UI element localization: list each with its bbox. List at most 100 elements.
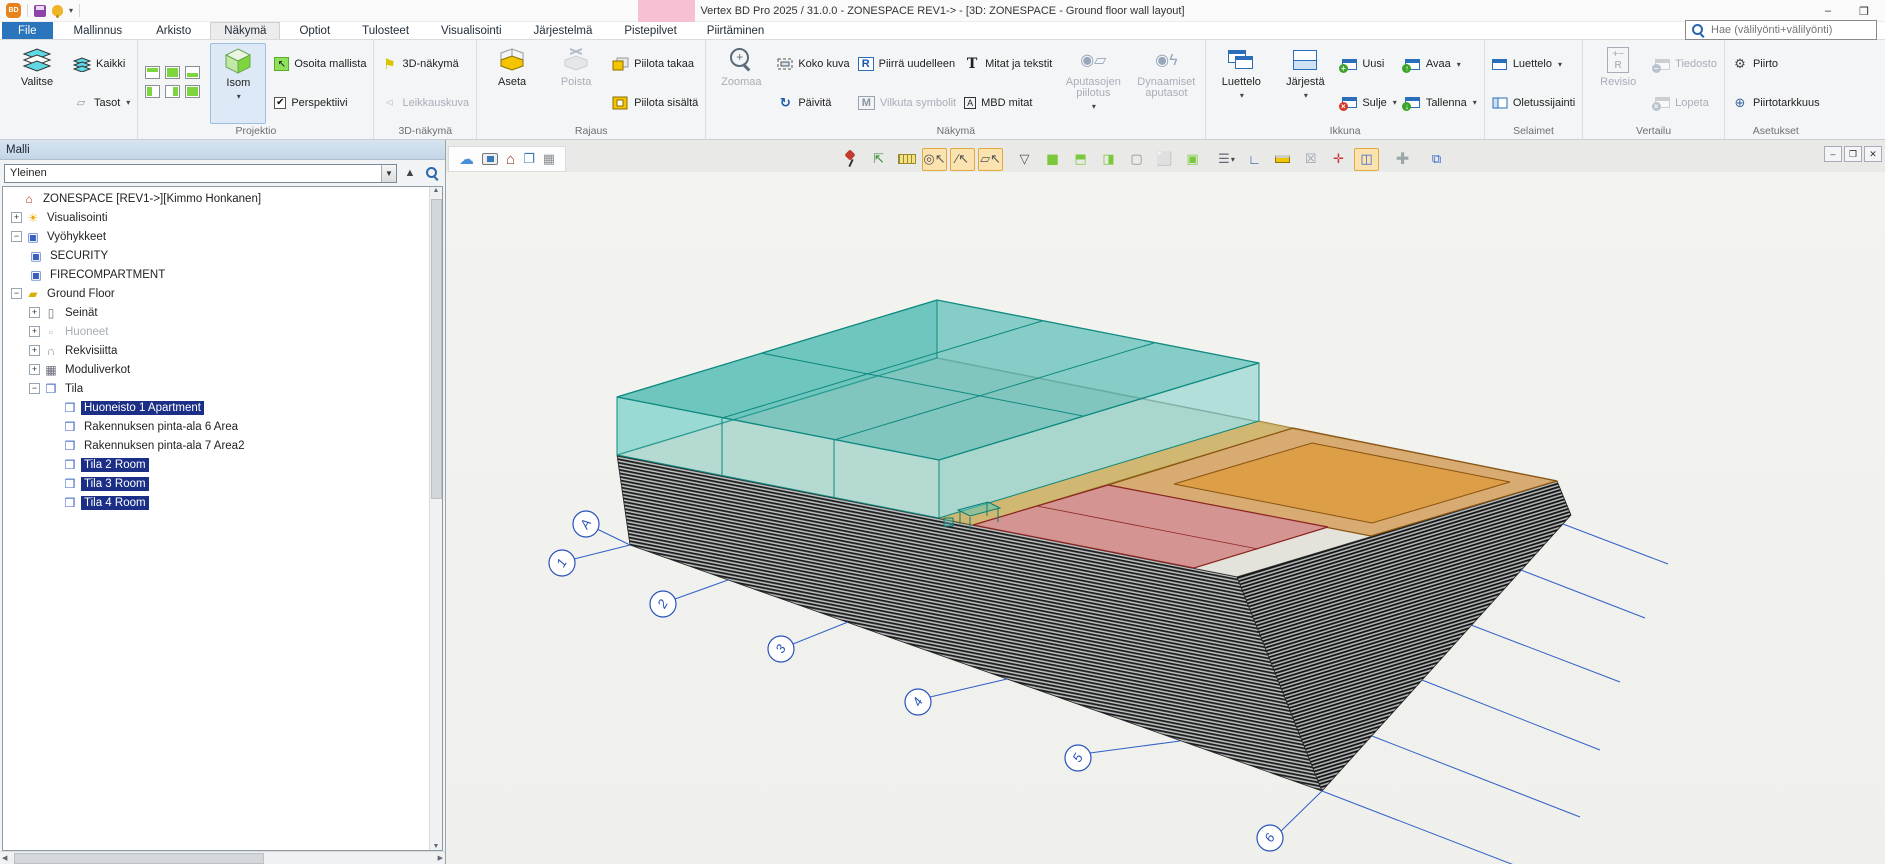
ikkuna-luettelo-button[interactable]: Luettelo▾ bbox=[1213, 43, 1269, 124]
piilota-sisalta-button[interactable]: Piilota sisältä bbox=[612, 93, 698, 113]
grid-bubble-4[interactable]: 4 bbox=[905, 689, 931, 715]
tab-jarjestelma[interactable]: Järjestelmä bbox=[521, 22, 606, 39]
tree-row-ground-floor[interactable]: −▰ Ground Floor bbox=[3, 284, 442, 303]
tree-row-firecompartment[interactable]: ▣ FIRECOMPARTMENT bbox=[3, 265, 442, 284]
tree-label[interactable]: Ground Floor bbox=[44, 287, 118, 301]
laptop-lock-icon[interactable] bbox=[482, 153, 498, 165]
cascade-windows-icon[interactable]: ❐ bbox=[523, 151, 535, 167]
3d-scene[interactable]: A 1 2 3 4 bbox=[446, 172, 1885, 864]
tasot-button[interactable]: ▱ Tasot▾ bbox=[73, 93, 130, 113]
tree-label[interactable]: Huoneisto 1 Apartment bbox=[81, 401, 204, 415]
tree-label[interactable]: Tila 4 Room bbox=[81, 496, 149, 510]
projection-left-icon[interactable] bbox=[145, 85, 160, 98]
delete-cube-icon[interactable]: ☒ bbox=[1298, 148, 1323, 171]
restore-button[interactable]: ❐ bbox=[1857, 5, 1871, 18]
grid-bubble-1[interactable]: 1 bbox=[549, 550, 575, 576]
tab-visualisointi[interactable]: Visualisointi bbox=[428, 22, 515, 39]
pushpin-icon[interactable] bbox=[838, 148, 863, 171]
tree-label[interactable]: Tila bbox=[62, 382, 86, 396]
tree-row-tila-3[interactable]: ❒ Tila 3 Room bbox=[3, 474, 442, 493]
tab-mallinnus[interactable]: Mallinnus bbox=[61, 22, 136, 39]
dynaamiset-aputasot-button[interactable]: ◉ϟ Dynaamiset aputasot bbox=[1134, 43, 1198, 124]
tree-vertical-scrollbar[interactable]: ▲ ▼ bbox=[429, 187, 442, 850]
child-restore-button[interactable]: ❐ bbox=[1844, 146, 1862, 162]
scrollbar-thumb[interactable] bbox=[431, 199, 442, 499]
tree-row-seinat[interactable]: +▯ Seinät bbox=[3, 303, 442, 322]
3d-viewport[interactable]: ☁ ⌂ ❐ ▦ ⇱ ◎↖ ∕↖ ▱↖ ▽ ◼ ⬒ ◨ ▢ ⬜ ▣ ☰▾ bbox=[446, 140, 1885, 864]
collapse-icon[interactable]: − bbox=[11, 231, 22, 242]
snap-point-icon[interactable]: ◎↖ bbox=[922, 148, 947, 171]
axis-icon[interactable]: ✛ bbox=[1326, 148, 1351, 171]
isom-button[interactable]: Isom ▾ bbox=[210, 43, 266, 124]
projection-front-icon[interactable] bbox=[165, 66, 180, 79]
poista-button[interactable]: Poista bbox=[548, 43, 604, 124]
scroll-right-icon[interactable]: ▶ bbox=[438, 854, 443, 862]
expand-icon[interactable]: + bbox=[29, 364, 40, 375]
oletussijainti-button[interactable]: Oletussijainti bbox=[1492, 93, 1575, 113]
snap-line-icon[interactable]: ∕↖ bbox=[950, 148, 975, 171]
collapse-tree-button[interactable]: ▲ bbox=[401, 164, 419, 182]
avaa-button[interactable]: ↑ Avaa▾ bbox=[1405, 54, 1477, 74]
piirtotarkkuus-button[interactable]: ⊕ Piirtotarkkuus bbox=[1732, 93, 1820, 113]
qat-dropdown-caret-icon[interactable]: ▾ bbox=[69, 6, 73, 15]
tree-label[interactable]: Tila 3 Room bbox=[81, 477, 149, 491]
tree-row-huoneisto-1[interactable]: ❒ Huoneisto 1 Apartment bbox=[3, 398, 442, 417]
cube-pale-icon[interactable]: ⬜ bbox=[1152, 148, 1177, 171]
expand-icon[interactable]: + bbox=[11, 212, 22, 223]
perspektiivi-checkbox[interactable]: ✔ Perspektiivi bbox=[274, 93, 366, 113]
3d-nakyma-button[interactable]: ⚑ 3D-näkymä bbox=[381, 54, 469, 74]
cube-top-icon[interactable]: ⬒ bbox=[1068, 148, 1093, 171]
collapse-icon[interactable]: − bbox=[29, 383, 40, 394]
aputasojen-piilotus-button[interactable]: ◉▱ Aputasojen piilotus▾ bbox=[1060, 43, 1126, 124]
tab-nakyma[interactable]: Näkymä bbox=[210, 22, 280, 39]
scroll-down-icon[interactable]: ▼ bbox=[433, 843, 440, 850]
piilota-takaa-button[interactable]: Piilota takaa bbox=[612, 54, 698, 74]
planes-icon[interactable]: ◫ bbox=[1354, 148, 1379, 171]
mbd-mitat-button[interactable]: A MBD mitat bbox=[964, 93, 1052, 113]
collapse-icon[interactable]: − bbox=[11, 288, 22, 299]
tree-row-moduliverkot[interactable]: +▦ Moduliverkot bbox=[3, 360, 442, 379]
grid-bubble-2[interactable]: 2 bbox=[650, 591, 676, 617]
tree-row-pinta-ala-6[interactable]: ❒ Rakennuksen pinta-ala 6 Area bbox=[3, 417, 442, 436]
tree-label[interactable]: Rekvisiitta bbox=[62, 344, 120, 358]
tree-row-tila[interactable]: −❒ Tila bbox=[3, 379, 442, 398]
kaikki-button[interactable]: Kaikki bbox=[73, 54, 130, 74]
tree-label[interactable]: SECURITY bbox=[47, 249, 111, 263]
tab-arkisto[interactable]: Arkisto bbox=[143, 22, 204, 39]
scrollbar-thumb[interactable] bbox=[14, 853, 264, 864]
tree-label[interactable]: Tila 2 Room bbox=[81, 458, 149, 472]
save-icon[interactable] bbox=[34, 5, 46, 17]
koko-kuva-button[interactable]: Koko kuva bbox=[777, 54, 849, 74]
tallenna-button[interactable]: ↓ Tallenna▾ bbox=[1405, 93, 1477, 113]
tab-pistepilvet[interactable]: Pistepilvet bbox=[611, 22, 689, 39]
tree-filter-combobox[interactable]: Yleinen ▼ bbox=[4, 164, 397, 183]
tree-label[interactable]: Seinät bbox=[62, 306, 101, 320]
scroll-up-icon[interactable]: ▲ bbox=[433, 187, 440, 194]
aseta-button[interactable]: Aseta bbox=[484, 43, 540, 124]
selaimet-luettelo-button[interactable]: Luettelo▾ bbox=[1492, 54, 1575, 74]
expand-icon[interactable]: + bbox=[29, 326, 40, 337]
piirra-uudelleen-button[interactable]: R Piirrä uudelleen bbox=[858, 54, 956, 74]
export-view-icon[interactable]: ⧉ bbox=[1424, 148, 1449, 171]
blocks-grid-icon[interactable]: ▦ bbox=[543, 151, 555, 167]
tree-horizontal-scrollbar[interactable]: ◀ ▶ bbox=[0, 851, 445, 864]
cube-pick-icon[interactable]: ▣ bbox=[1180, 148, 1205, 171]
tree-label[interactable]: Huoneet bbox=[62, 325, 111, 339]
grid-bubble-a[interactable]: A bbox=[573, 511, 599, 537]
minimize-button[interactable]: – bbox=[1821, 5, 1835, 17]
sulje-button[interactable]: × Sulje▾ bbox=[1341, 93, 1396, 113]
cube-wire-icon[interactable]: ▢ bbox=[1124, 148, 1149, 171]
tree-row-rekvisiitta[interactable]: +∩ Rekvisiitta bbox=[3, 341, 442, 360]
measure-icon[interactable]: ⇱ bbox=[866, 148, 891, 171]
uusi-button[interactable]: + Uusi bbox=[1341, 54, 1396, 74]
cube-solid-icon[interactable]: ◼ bbox=[1040, 148, 1065, 171]
tree-row-vyohykkeet[interactable]: −▣ Vyöhykkeet bbox=[3, 227, 442, 246]
projection-back-icon[interactable] bbox=[185, 66, 200, 79]
expand-icon[interactable]: + bbox=[29, 345, 40, 356]
tree-row-security[interactable]: ▣ SECURITY bbox=[3, 246, 442, 265]
tree-label[interactable]: Rakennuksen pinta-ala 6 Area bbox=[81, 420, 241, 434]
tree-search-button[interactable] bbox=[423, 164, 441, 182]
app-logo-icon[interactable]: BD bbox=[6, 3, 21, 18]
tab-tulosteet[interactable]: Tulosteet bbox=[349, 22, 422, 39]
leikkauskuva-button[interactable]: ⊲ Leikkauskuva bbox=[381, 93, 469, 113]
